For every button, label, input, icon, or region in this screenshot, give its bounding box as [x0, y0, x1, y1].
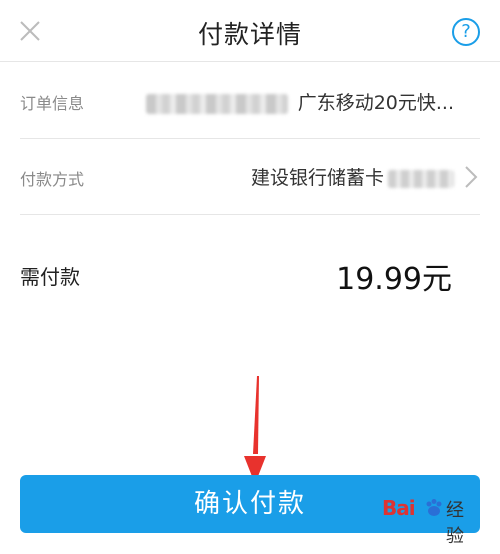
- amount-label: 需付款: [20, 265, 80, 289]
- amount-value: 19.99元: [336, 262, 452, 297]
- help-icon[interactable]: ?: [452, 18, 480, 46]
- page-title: 付款详情: [197, 20, 302, 49]
- order-info-row: 订单信息 广东移动20元快...: [20, 62, 480, 139]
- payment-method-value-wrap: 建设银行储蓄卡: [251, 163, 454, 190]
- watermark-brand: Bai: [382, 496, 416, 520]
- watermark-jingyan: 经验: [446, 500, 464, 547]
- paw-icon: [426, 499, 442, 516]
- order-info-label: 订单信息: [20, 94, 85, 113]
- redacted-card-number: [388, 169, 454, 188]
- payment-method-value: 建设银行储蓄卡: [250, 167, 384, 189]
- baidu-jingyan-watermark: Bai 经验: [382, 496, 474, 548]
- order-info-value-wrap: 广东移动20元快...: [145, 88, 454, 115]
- order-info-value: 广东移动20元快...: [297, 92, 454, 114]
- payment-method-row[interactable]: 付款方式 建设银行储蓄卡: [20, 139, 480, 215]
- redacted-order-number: [145, 93, 288, 114]
- header-bar: 付款详情 ?: [0, 0, 500, 62]
- chevron-right-icon: [465, 166, 478, 188]
- payment-method-label: 付款方式: [20, 170, 85, 189]
- red-arrow-annotation: [244, 376, 266, 484]
